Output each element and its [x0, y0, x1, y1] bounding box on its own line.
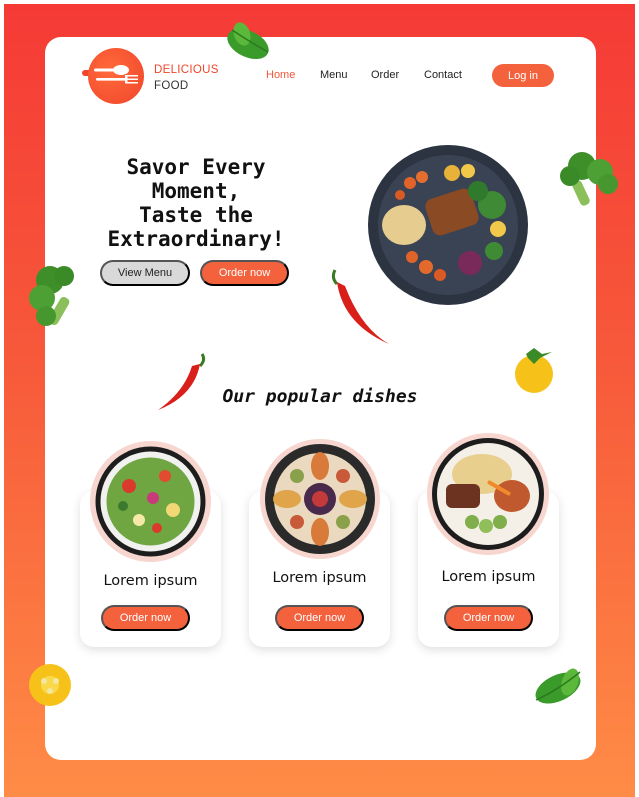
dish-image-salad: [95, 446, 206, 557]
hero-title-line: Taste the: [139, 203, 253, 227]
basil-leaf-icon: [535, 668, 581, 704]
chili-pepper-icon: [331, 269, 389, 344]
popular-dishes-title: Our popular dishes: [222, 386, 418, 407]
dish-image-platter: [265, 444, 375, 554]
basil-leaf-icon: [227, 22, 269, 60]
view-menu-button[interactable]: View Menu: [100, 260, 190, 286]
dish-order-now-button[interactable]: Order now: [444, 605, 533, 631]
login-button[interactable]: Log in: [492, 64, 554, 87]
hero-title-line: Extraordinary!: [107, 227, 285, 251]
nav-home-link[interactable]: Home: [266, 69, 295, 81]
nav-contact-link[interactable]: Contact: [424, 69, 462, 81]
hero-title-line: Savor Every: [126, 155, 266, 179]
yellow-tomato-icon: [29, 664, 71, 706]
yellow-tomato-icon: [515, 348, 553, 393]
nav-menu-link[interactable]: Menu: [320, 69, 348, 81]
dish-image-steak: [432, 438, 544, 550]
hero-title-line: Moment,: [151, 179, 241, 203]
brand-name-line1: DELICIOUS: [154, 64, 219, 76]
nav-order-link[interactable]: Order: [371, 69, 399, 81]
hero-order-now-button[interactable]: Order now: [200, 260, 289, 286]
chili-pepper-icon: [158, 353, 206, 410]
brand-name-line2: FOOD: [154, 80, 189, 92]
dish-name: Lorem ipsum: [103, 573, 198, 589]
broccoli-icon: [560, 152, 618, 206]
dish-name: Lorem ipsum: [441, 569, 536, 585]
dish-order-now-button[interactable]: Order now: [275, 605, 364, 631]
fork-spoon-icon: [94, 65, 138, 84]
hero-title: Savor Every Moment, Taste the Extraordin…: [88, 155, 304, 251]
dish-order-now-button[interactable]: Order now: [101, 605, 190, 631]
logo-circle: [88, 48, 144, 104]
broccoli-icon: [29, 266, 74, 326]
dish-name: Lorem ipsum: [272, 570, 367, 586]
brand-logo[interactable]: DELICIOUS FOOD: [82, 48, 222, 104]
